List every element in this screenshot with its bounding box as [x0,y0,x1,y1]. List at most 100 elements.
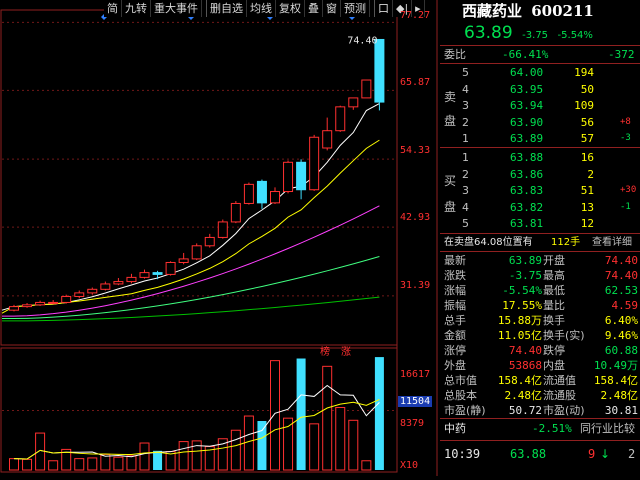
price-tick: 54.33 [400,145,431,156]
candle-body-up [217,221,228,238]
order-price: 63.86 [510,167,544,181]
sell-order-row[interactable]: 4 63.95 50 [440,82,640,97]
stock-title: 西藏药业 600211 [440,0,640,22]
stat-l1: 外盘 [444,359,466,372]
stat-v1: 17.55% [502,299,542,312]
last-price: 63.89 [464,23,513,43]
kline-chart[interactable]: 74.40 榜涨 [0,0,438,476]
buy-order-row[interactable]: 5 63.81 12 [440,216,640,231]
candle-body-up [178,258,189,263]
sell-order-row[interactable]: 3 63.94 109 [440,98,640,113]
stat-l2: 最低 [543,284,565,297]
candle-body-up [309,136,320,191]
stat-row: 涨停 74.40 跌停 60.88 [440,343,640,358]
order-alert-bar[interactable]: 在卖盘64.08位置有 112手 查看详细 [440,235,640,250]
buy-order-row[interactable]: 4 63.82 13 -1 [440,200,640,215]
weibi-row: 委比 -66.41% -372 [440,47,640,62]
order-chg: -1 [620,201,631,212]
candle-body-up [9,306,19,311]
price-tick: 31.39 [400,280,431,291]
stat-v2: 30.81 [604,404,638,417]
sector-pct: -2.51% [532,422,572,435]
volume-bar-up [139,442,150,471]
stat-row: 总手 15.88万 换手 6.40% [440,313,640,328]
order-price: 63.83 [510,184,544,197]
sell-order-row[interactable]: 5 64.00 194 [440,65,640,80]
toolbar-button[interactable]: 简 [104,0,122,17]
volume-bar-up [335,407,346,471]
order-n: 5 [462,217,469,230]
stat-l1: 总市值 [444,374,477,387]
sector-compare-link[interactable]: 同行业比较 [580,421,635,436]
tick-extra: 2 [628,447,636,461]
stat-v1: -3.75 [508,269,542,282]
toolbar-button[interactable]: 口 [375,0,393,17]
volume-bar-up [270,360,280,471]
toolbar-button[interactable]: 重大事件 [151,0,202,17]
stat-v2: 9.46% [604,329,638,342]
stat-l2: 开盘 [543,254,565,267]
stat-l2: 市盈(动) [543,404,585,417]
volume-bar-down [257,421,267,470]
ma20-line [2,205,380,317]
volume-bar-down [374,357,384,470]
candle-body-down [152,272,163,275]
kline-svg[interactable]: 74.40 榜涨 [0,0,438,476]
candle-body-up [191,245,202,260]
tick-time: 10:39 [444,447,481,461]
sell-order-row[interactable]: 2 63.90 56 +8 [440,115,640,130]
toolbar-button[interactable]: 窗 [323,0,341,17]
stat-l2: 换手 [543,314,565,327]
volume-bar-up [361,460,372,471]
toolbar-button[interactable]: 叠 [305,0,323,17]
stat-row: 最新 63.89 开盘 74.40 [440,253,640,268]
order-vol: 57 [580,132,594,145]
stat-l2: 内盘 [543,359,565,372]
toolbar-button[interactable]: 九转 [122,0,151,17]
stat-row: 振幅 17.55% 量比 4.59 [440,298,640,313]
stat-row: 涨幅 -5.54% 最低 62.53 [440,283,640,298]
sector-row[interactable]: 中药 -2.51% 同行业比较 [440,421,640,436]
toolbar-button[interactable]: 均线 [247,0,276,17]
stat-l1: 总手 [444,314,466,327]
stat-v1: 2.48亿 [504,389,543,402]
toolbar-button[interactable]: 预测 [341,0,370,17]
stat-l2: 跌停 [543,344,565,357]
badge-zhang: 涨 [341,346,351,358]
stat-l1: 振幅 [444,299,466,312]
buy-order-row[interactable]: 3 63.83 51 +30 [440,183,640,198]
candle-body-up [322,130,333,149]
stat-row: 总股本 2.48亿 流通股 2.48亿 [440,388,640,403]
price-summary: 63.89 -3.75 -5.54% [440,22,640,44]
sell-order-row[interactable]: 1 63.89 57 -3 [440,131,640,146]
toolbar-button[interactable]: 删自选 [207,0,247,17]
stat-v1: 158.4亿 [497,374,542,387]
volume-bar-up [126,455,137,471]
order-price: 63.90 [510,115,544,129]
buy-order-row[interactable]: 2 63.86 2 [440,167,640,182]
stat-l1: 总股本 [444,389,477,402]
stat-v1: -5.54% [502,284,542,297]
order-price: 64.00 [510,66,544,79]
stat-v2: 60.88 [604,344,638,357]
candle-body-up [61,295,72,303]
order-n: 4 [462,200,469,214]
order-n: 4 [462,82,469,96]
candle-body-up [283,161,294,193]
order-n: 2 [462,115,469,129]
candle-body-up [100,283,111,290]
order-n: 1 [462,132,469,145]
stat-row: 外盘 53868 内盘 10.49万 [440,358,640,373]
order-alert-link[interactable]: 查看详细 [592,235,632,250]
order-price: 63.82 [510,200,544,214]
buy-order-row[interactable]: 1 63.88 16 [440,150,640,165]
weibi-label: 委比 [444,48,466,61]
toolbar-button[interactable]: 复权 [276,0,305,17]
volume-tick: 16617 [400,369,431,380]
order-chg: -3 [620,133,631,143]
stat-l1: 涨幅 [444,284,466,297]
volume-scale-label: X10 [400,460,419,471]
order-vol: 16 [580,151,594,164]
volume-bar-up [48,460,59,471]
peak-price-label: 74.40 [347,35,377,46]
